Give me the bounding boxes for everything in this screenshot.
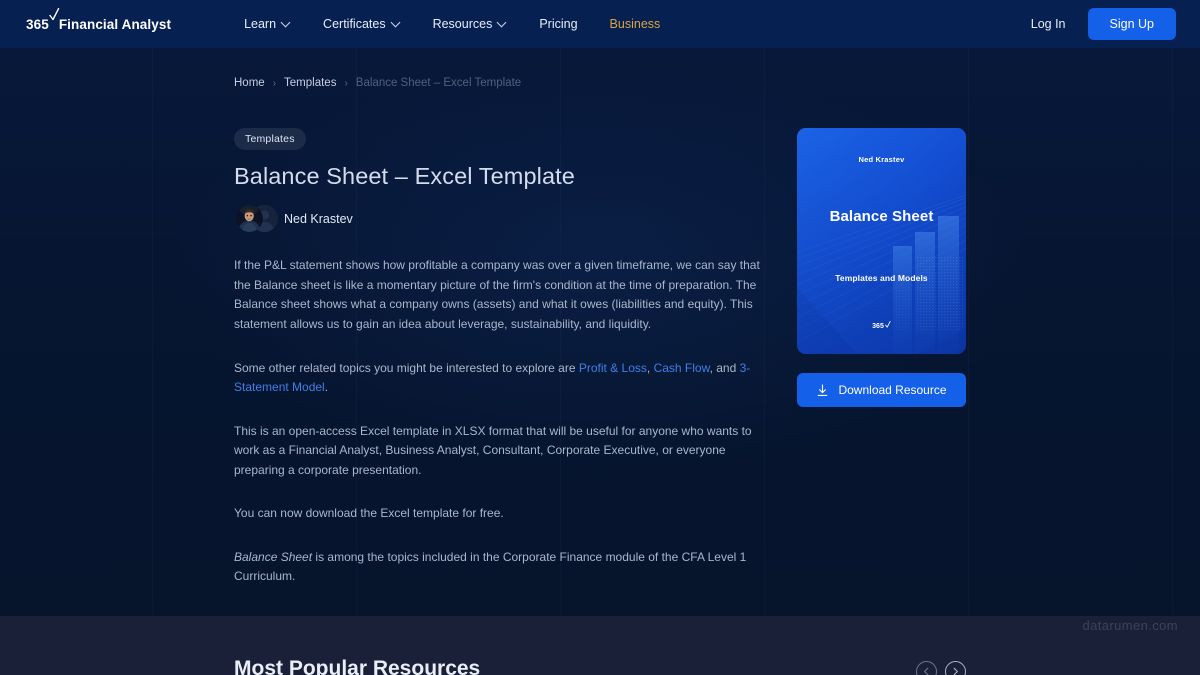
description-paragraph-5: Balance Sheet is among the topics includ…	[234, 548, 766, 587]
download-icon	[818, 384, 828, 396]
thumbnail-logo: 365	[872, 321, 891, 330]
thumbnail-author: Ned Krastev	[858, 155, 905, 164]
checkmark-icon	[49, 7, 60, 29]
description-paragraph-2: Some other related topics you might be i…	[234, 359, 766, 398]
related-topics-suffix: .	[324, 380, 329, 395]
chevron-right-icon	[953, 667, 958, 675]
nav-item-certificates-label: Certificates	[323, 17, 386, 31]
breadcrumb: Home › Templates › Balance Sheet – Excel…	[234, 48, 966, 89]
top-navigation-bar: 365 Financial Analyst Learn Certificates…	[0, 0, 1200, 48]
nav-item-certificates[interactable]: Certificates	[307, 11, 417, 37]
cfa-note-italic: Balance Sheet	[234, 549, 313, 564]
description-paragraph-4: You can now download the Excel template …	[234, 506, 504, 521]
nav-item-business-label: Business	[609, 17, 661, 31]
page-title: Balance Sheet – Excel Template	[234, 163, 575, 189]
chevron-down-icon	[498, 19, 507, 28]
nav-item-learn-label: Learn	[244, 17, 277, 31]
author-row: Ned Krastev	[234, 204, 766, 234]
nav-item-resources[interactable]: Resources	[417, 11, 524, 37]
brand-365-text: 365	[26, 16, 49, 32]
section-title-most-popular: Most Popular Resources	[234, 657, 481, 675]
link-profit-and-loss[interactable]: Profit & Loss	[579, 361, 647, 375]
link-cash-flow[interactable]: Cash Flow	[654, 361, 710, 375]
description-paragraph-3: This is an open-access Excel template in…	[234, 423, 752, 477]
resource-thumbnail-card[interactable]: Ned Krastev Balance Sheet Templates and …	[797, 128, 966, 354]
nav-item-resources-label: Resources	[432, 17, 493, 31]
breadcrumb-current: Balance Sheet – Excel Template	[355, 77, 522, 89]
primary-nav-links: Learn Certificates Resources Pricing Bus…	[228, 11, 676, 37]
description-paragraph-1: If the P&L statement shows how profitabl…	[234, 258, 760, 332]
brand-name-text: Financial Analyst	[58, 16, 172, 32]
hero-section: Home › Templates › Balance Sheet – Excel…	[0, 48, 1200, 616]
chevron-down-icon	[282, 19, 291, 28]
hero-right-column: Ned Krastev Balance Sheet Templates and …	[797, 89, 966, 407]
carousel-next-button[interactable]	[945, 661, 966, 675]
download-resource-label: Download Resource	[838, 383, 947, 397]
thumbnail-title: Balance Sheet	[829, 208, 934, 225]
nav-item-business[interactable]: Business	[594, 11, 677, 37]
breadcrumb-separator-icon: ›	[272, 77, 277, 89]
watermark-text: datarumen.com	[1082, 618, 1178, 633]
nav-item-pricing-label: Pricing	[539, 17, 578, 31]
breadcrumb-home[interactable]: Home	[234, 77, 265, 89]
brand-logo[interactable]: 365 Financial Analyst	[26, 7, 172, 32]
hero-left-column: Templates Balance Sheet – Excel Template	[234, 89, 766, 587]
related-sep-2: , and	[709, 360, 740, 375]
hero-content: Templates Balance Sheet – Excel Template	[234, 89, 966, 587]
category-tag-badge[interactable]: Templates	[234, 128, 306, 150]
chevron-left-icon	[924, 667, 929, 675]
nav-item-pricing[interactable]: Pricing	[523, 11, 593, 37]
hero-container: Home › Templates › Balance Sheet – Excel…	[0, 48, 1200, 587]
thumbnail-logo-365: 365	[872, 323, 884, 330]
thumbnail-subtitle: Templates and Models	[835, 273, 928, 283]
signup-button[interactable]: Sign Up	[1087, 8, 1176, 40]
breadcrumb-separator-icon: ›	[344, 77, 348, 89]
download-resource-button[interactable]: Download Resource	[797, 373, 966, 407]
carousel-prev-button[interactable]	[916, 661, 937, 675]
nav-item-learn[interactable]: Learn	[228, 11, 307, 37]
avatar-group	[234, 204, 278, 234]
checkmark-icon	[884, 321, 891, 328]
popular-resources-section: Most Popular Resources datarumen.com	[0, 616, 1200, 675]
carousel-navigation	[916, 661, 966, 675]
related-sep-1: ,	[646, 360, 654, 375]
author-name: Ned Krastev	[284, 212, 353, 227]
related-topics-prefix: Some other related topics you might be i…	[234, 360, 579, 375]
thumbnail-text: Ned Krastev Balance Sheet Templates and …	[797, 128, 966, 354]
breadcrumb-templates[interactable]: Templates	[284, 77, 336, 89]
popular-resources-container: Most Popular Resources datarumen.com	[0, 616, 1200, 675]
login-link[interactable]: Log In	[1019, 11, 1078, 37]
chevron-down-icon	[392, 19, 401, 28]
nav-account-actions: Log In Sign Up	[1019, 8, 1176, 40]
